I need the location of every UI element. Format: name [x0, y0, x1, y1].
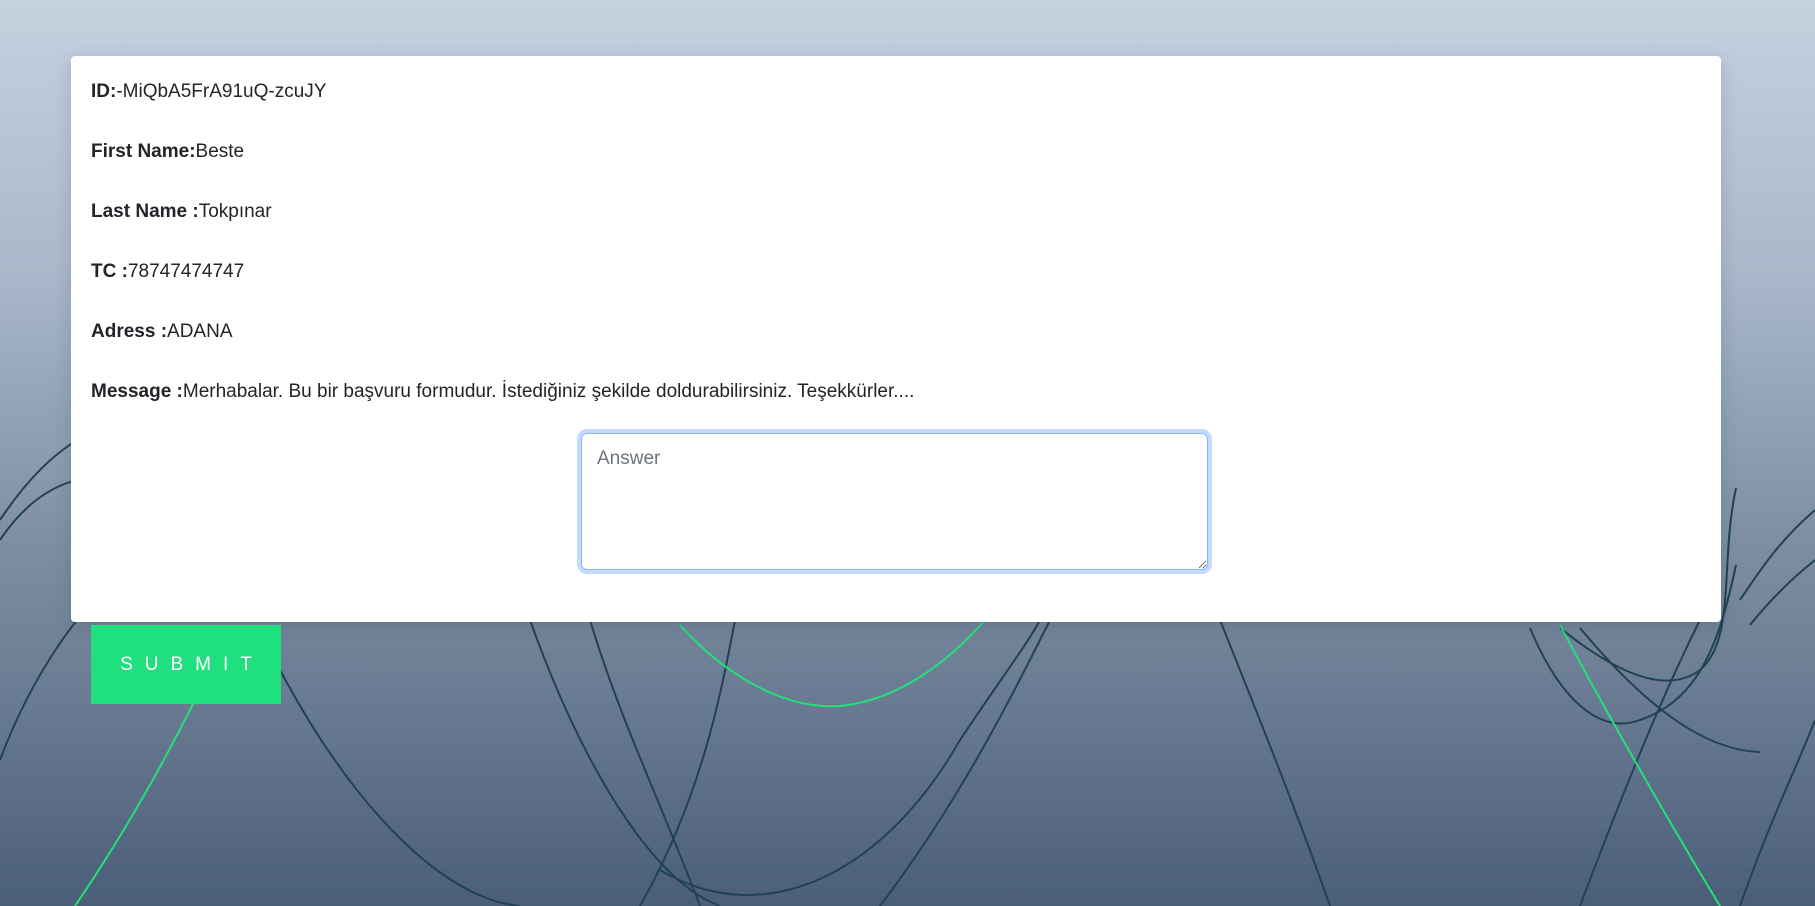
- last-name-label: Last Name :: [91, 201, 199, 222]
- address-row: Adress :ADANA: [91, 318, 1721, 346]
- id-value: -MiQbA5FrA91uQ-zcuJY: [116, 81, 327, 102]
- message-value: Merhabalar. Bu bir başvuru formudur. İst…: [182, 381, 915, 402]
- submit-button[interactable]: SUBMIT: [91, 625, 281, 704]
- message-row: Message :Merhabalar. Bu bir başvuru form…: [91, 378, 1721, 406]
- tc-label: TC :: [91, 261, 128, 282]
- tc-row: TC :78747474747: [91, 258, 1721, 286]
- application-details-card: ID:-MiQbA5FrA91uQ-zcuJY First Name:Beste…: [71, 56, 1721, 622]
- answer-textarea[interactable]: [581, 433, 1208, 570]
- first-name-row: First Name:Beste: [91, 138, 1721, 166]
- last-name-row: Last Name :Tokpınar: [91, 198, 1721, 226]
- first-name-value: Beste: [195, 141, 245, 162]
- first-name-label: First Name:: [91, 141, 196, 162]
- last-name-value: Tokpınar: [198, 201, 272, 222]
- message-label: Message :: [91, 381, 183, 402]
- address-value: ADANA: [167, 321, 233, 342]
- id-row: ID:-MiQbA5FrA91uQ-zcuJY: [91, 78, 1721, 106]
- id-label: ID:: [91, 81, 117, 102]
- tc-value: 78747474747: [127, 261, 245, 282]
- answer-field-focus-ring: [581, 433, 1208, 570]
- address-label: Adress :: [91, 321, 168, 342]
